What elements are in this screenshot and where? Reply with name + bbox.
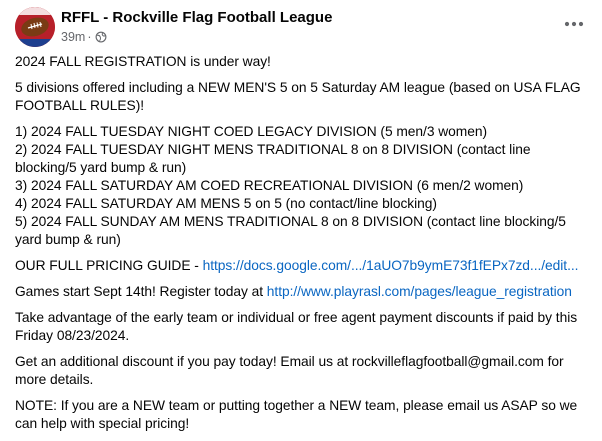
- more-options-button[interactable]: [556, 6, 592, 42]
- post-paragraph-discount: Take advantage of the early team or indi…: [15, 310, 578, 343]
- games-label: Games start Sept 14th! Register today at: [15, 284, 267, 299]
- pricing-guide-link[interactable]: https://docs.google.com/.../1aUO7b9ymE73…: [203, 258, 579, 273]
- page-avatar[interactable]: [15, 7, 55, 47]
- post-paragraph-registration: 2024 FALL REGISTRATION is under way!: [15, 54, 271, 69]
- pricing-label: OUR FULL PRICING GUIDE -: [15, 258, 203, 273]
- meta-separator: ·: [87, 30, 92, 44]
- football-logo-icon: [15, 7, 55, 47]
- page-name-link[interactable]: RFFL - Rockville Flag Football League: [61, 9, 332, 27]
- more-options-icon: [564, 21, 584, 27]
- pricing-paragraph: OUR FULL PRICING GUIDE - https://docs.go…: [15, 257, 588, 275]
- post-header: RFFL - Rockville Flag Football League 39…: [15, 6, 592, 47]
- post-body: 2024 FALL REGISTRATION is under way! 5 d…: [15, 53, 588, 441]
- games-paragraph: Games start Sept 14th! Register today at…: [15, 283, 588, 301]
- division-item: 3) 2024 FALL SATURDAY AM COED RECREATION…: [15, 178, 524, 193]
- registration-link[interactable]: http://www.playrasl.com/pages/league_reg…: [267, 284, 572, 299]
- division-item: 5) 2024 FALL SUNDAY AM MENS TRADITIONAL …: [15, 214, 566, 247]
- post-meta: 39m ·: [61, 29, 107, 45]
- division-item: 2) 2024 FALL TUESDAY NIGHT MENS TRADITIO…: [15, 142, 531, 175]
- post-timestamp[interactable]: 39m: [61, 29, 85, 45]
- division-item: 1) 2024 FALL TUESDAY NIGHT COED LEGACY D…: [15, 124, 487, 139]
- post-paragraph-divisions-intro: 5 divisions offered including a NEW MEN'…: [15, 80, 581, 113]
- post-paragraph-note: NOTE: If you are a NEW team or putting t…: [15, 398, 578, 431]
- post-paragraph-email: Get an additional discount if you pay to…: [15, 354, 564, 387]
- globe-icon: [95, 31, 106, 43]
- division-item: 4) 2024 FALL SATURDAY AM MENS 5 on 5 (no…: [15, 196, 437, 211]
- divisions-list: 1) 2024 FALL TUESDAY NIGHT COED LEGACY D…: [15, 123, 588, 249]
